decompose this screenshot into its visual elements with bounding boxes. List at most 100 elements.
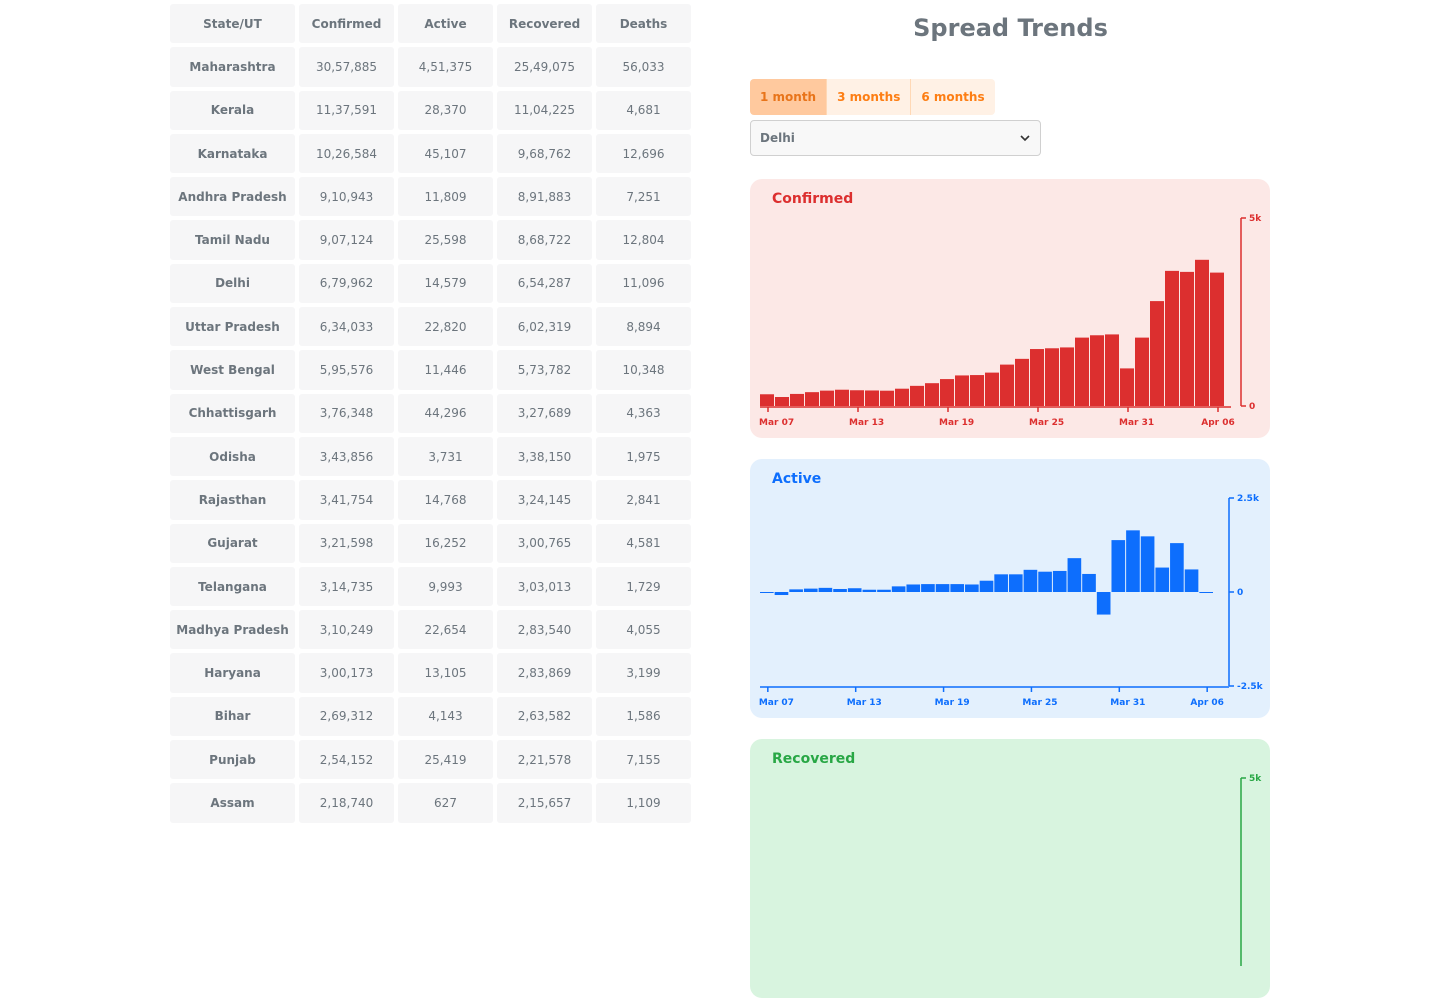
bar-apr-02[interactable] xyxy=(1165,270,1179,406)
bar-mar-16[interactable] xyxy=(910,385,924,406)
state-select-dropdown[interactable]: Delhi xyxy=(750,120,1041,156)
bar-apr-04[interactable] xyxy=(1184,569,1199,592)
bar-mar-06[interactable] xyxy=(760,592,774,593)
table-row[interactable]: Gujarat 3,21,598 16,252 3,00,765 4,581 xyxy=(170,523,691,563)
table-row[interactable]: Delhi 6,79,962 14,579 6,54,287 11,096 xyxy=(170,263,691,304)
bar-mar-15[interactable] xyxy=(891,586,906,592)
table-row[interactable]: Assam 2,18,740 627 2,15,657 1,109 xyxy=(170,783,691,823)
bar-mar-24[interactable] xyxy=(1023,569,1038,592)
bar-apr-01[interactable] xyxy=(1140,536,1155,592)
table-row[interactable]: Uttar Pradesh 6,34,033 22,820 6,02,319 8,894 xyxy=(170,307,691,347)
table-row[interactable]: Kerala 11,37,591 28,370 11,04,225 4,681 xyxy=(170,90,691,130)
bar-mar-17[interactable] xyxy=(921,584,935,592)
table-row[interactable]: Karnataka 10,26,584 45,107 9,68,762 12,696 xyxy=(170,133,691,174)
bar-apr-02[interactable] xyxy=(1155,567,1170,592)
bar-apr-05[interactable] xyxy=(1210,272,1224,406)
table-row[interactable]: Chhattisgarh 3,76,348 44,296 3,27,689 4,363 xyxy=(170,393,691,433)
bar-mar-23[interactable] xyxy=(1015,358,1029,406)
column-header-active[interactable]: Active xyxy=(398,4,493,44)
table-row[interactable]: Maharashtra 30,57,885 4,51,375 25,49,075 56,… xyxy=(170,47,691,87)
active-cell: 14,579 xyxy=(398,263,493,304)
bar-mar-14[interactable] xyxy=(877,589,891,592)
bar-apr-05[interactable] xyxy=(1199,592,1213,593)
bar-mar-14[interactable] xyxy=(880,390,894,406)
bar-mar-27[interactable] xyxy=(1075,337,1089,406)
tab-1-month[interactable]: 1 month xyxy=(750,79,827,115)
bar-mar-26[interactable] xyxy=(1060,347,1074,406)
bar-mar-31[interactable] xyxy=(1135,337,1149,406)
table-row[interactable]: Rajasthan 3,41,754 14,768 3,24,145 2,841 xyxy=(170,480,691,520)
bar-mar-28[interactable] xyxy=(1082,573,1096,592)
bar-mar-27[interactable] xyxy=(1067,558,1082,592)
x-tick-label: Mar 07 xyxy=(759,418,794,428)
bar-mar-07[interactable] xyxy=(774,592,789,596)
active-chart-card: Active -2.5k 0 2.5k Mar 07 Mar 13 Mar 19 Mar 2… xyxy=(750,459,1270,718)
bar-mar-08[interactable] xyxy=(789,589,803,592)
confirmed-cell: 3,41,754 xyxy=(299,480,394,520)
bar-mar-29[interactable] xyxy=(1105,334,1119,406)
bar-mar-20[interactable] xyxy=(970,375,984,406)
column-header-recovered[interactable]: Recovered xyxy=(497,4,592,44)
bar-apr-04[interactable] xyxy=(1195,259,1209,406)
table-row[interactable]: Punjab 2,54,152 25,419 2,21,578 7,155 xyxy=(170,740,691,780)
bar-mar-17[interactable] xyxy=(925,383,939,406)
bar-mar-21[interactable] xyxy=(985,372,999,406)
table-row[interactable]: Andhra Pradesh 9,10,943 11,809 8,91,883 7,25… xyxy=(170,177,691,217)
bar-mar-26[interactable] xyxy=(1052,570,1067,592)
bar-apr-03[interactable] xyxy=(1170,543,1184,592)
column-header-state[interactable]: State/UT xyxy=(170,4,295,44)
bar-apr-03[interactable] xyxy=(1180,271,1194,406)
bar-mar-19[interactable] xyxy=(955,375,969,406)
bar-apr-01[interactable] xyxy=(1150,301,1164,406)
bar-mar-09[interactable] xyxy=(805,392,819,406)
bar-mar-11[interactable] xyxy=(835,389,849,406)
table-row[interactable]: Telangana 3,14,735 9,993 3,03,013 1,729 xyxy=(170,566,691,607)
bar-mar-31[interactable] xyxy=(1126,530,1140,592)
confirmed-cell: 9,10,943 xyxy=(299,177,394,217)
bar-mar-12[interactable] xyxy=(847,588,862,592)
bar-mar-12[interactable] xyxy=(850,390,864,406)
bar-mar-10[interactable] xyxy=(820,390,834,406)
tab-6-months[interactable]: 6 months xyxy=(910,79,995,115)
bar-mar-15[interactable] xyxy=(895,388,909,406)
bar-mar-28[interactable] xyxy=(1090,335,1104,406)
column-header-deaths[interactable]: Deaths xyxy=(596,4,691,44)
table-row[interactable]: West Bengal 5,95,576 11,446 5,73,782 10,348 xyxy=(170,350,691,390)
table-row[interactable]: Bihar 2,69,312 4,143 2,63,582 1,586 xyxy=(170,696,691,737)
bar-mar-13[interactable] xyxy=(865,390,879,406)
bar-mar-18[interactable] xyxy=(940,379,954,406)
bar-mar-25[interactable] xyxy=(1045,348,1059,406)
state-select-value: Delhi xyxy=(760,131,795,145)
deaths-cell: 4,055 xyxy=(596,610,691,650)
column-header-confirmed[interactable]: Confirmed xyxy=(299,4,394,44)
deaths-cell: 1,975 xyxy=(596,436,691,477)
bar-mar-13[interactable] xyxy=(862,589,877,592)
bar-mar-24[interactable] xyxy=(1030,349,1044,406)
bar-mar-25[interactable] xyxy=(1038,571,1052,592)
bar-mar-21[interactable] xyxy=(979,580,994,592)
deaths-cell: 2,841 xyxy=(596,480,691,520)
table-row[interactable]: Tamil Nadu 9,07,124 25,598 8,68,722 12,804 xyxy=(170,220,691,260)
bar-mar-18[interactable] xyxy=(935,584,950,592)
bar-mar-20[interactable] xyxy=(965,584,979,592)
bar-mar-19[interactable] xyxy=(950,584,965,592)
active-cell: 4,143 xyxy=(398,696,493,737)
bar-mar-11[interactable] xyxy=(833,588,847,592)
bar-mar-06[interactable] xyxy=(760,394,774,406)
bar-mar-22[interactable] xyxy=(1000,364,1014,406)
bar-mar-30[interactable] xyxy=(1120,368,1134,406)
bar-mar-08[interactable] xyxy=(790,393,804,406)
bar-mar-07[interactable] xyxy=(775,397,789,406)
table-row[interactable]: Odisha 3,43,856 3,731 3,38,150 1,975 xyxy=(170,436,691,477)
bar-mar-22[interactable] xyxy=(994,574,1008,592)
bar-mar-09[interactable] xyxy=(803,588,818,592)
table-row[interactable]: Haryana 3,00,173 13,105 2,83,869 3,199 xyxy=(170,653,691,693)
state-name-cell: Assam xyxy=(170,783,295,823)
tab-3-months[interactable]: 3 months xyxy=(826,79,911,115)
bar-mar-23[interactable] xyxy=(1008,574,1023,592)
bar-mar-30[interactable] xyxy=(1111,540,1126,592)
table-row[interactable]: Madhya Pradesh 3,10,249 22,654 2,83,540 4,05… xyxy=(170,610,691,650)
bar-mar-16[interactable] xyxy=(906,584,921,592)
bar-mar-10[interactable] xyxy=(818,587,833,592)
bar-mar-29[interactable] xyxy=(1096,592,1111,615)
